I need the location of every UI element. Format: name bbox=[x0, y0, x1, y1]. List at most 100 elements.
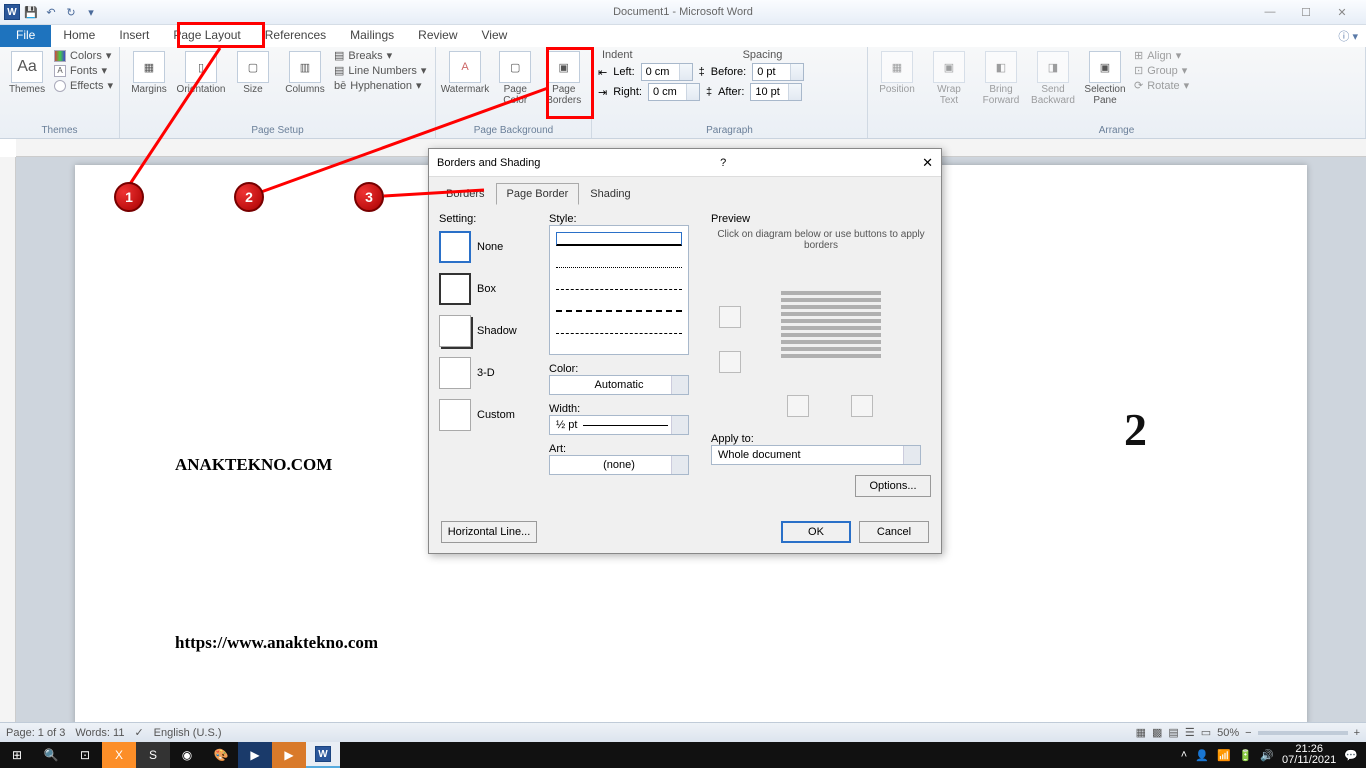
tray-notifications-icon[interactable]: 💬 bbox=[1344, 749, 1358, 762]
orientation-button[interactable]: ▯Orientation bbox=[178, 49, 224, 95]
spacing-before-input[interactable]: 0 pt bbox=[752, 63, 804, 81]
paragraph-group-label: Paragraph bbox=[598, 123, 861, 138]
save-icon[interactable]: 💾 bbox=[22, 3, 40, 21]
view-outline-icon[interactable]: ☰ bbox=[1185, 726, 1195, 739]
style-listbox[interactable] bbox=[549, 225, 689, 355]
indent-right-input[interactable]: 0 cm bbox=[648, 83, 700, 101]
art-combo[interactable]: (none) bbox=[549, 455, 689, 475]
taskbar-app1-icon[interactable]: ▶ bbox=[238, 742, 272, 768]
vertical-ruler[interactable] bbox=[0, 157, 16, 722]
status-proofing-icon[interactable]: ✓ bbox=[134, 726, 143, 739]
dialog-title-bar[interactable]: Borders and Shading ? ✕ bbox=[429, 149, 941, 177]
close-button[interactable]: ✕ bbox=[1330, 6, 1354, 19]
tray-wifi-icon[interactable]: 📶 bbox=[1217, 749, 1231, 762]
preview-left-border-button[interactable] bbox=[787, 395, 809, 417]
cancel-button[interactable]: Cancel bbox=[859, 521, 929, 543]
zoom-in-button[interactable]: + bbox=[1354, 727, 1360, 739]
tab-mailings[interactable]: Mailings bbox=[338, 25, 406, 47]
tab-home[interactable]: Home bbox=[51, 25, 107, 47]
horizontal-line-button[interactable]: Horizontal Line... bbox=[441, 521, 537, 543]
size-icon: ▢ bbox=[237, 51, 269, 83]
indent-left-input[interactable]: 0 cm bbox=[641, 63, 693, 81]
dialog-tab-shading[interactable]: Shading bbox=[579, 183, 641, 205]
fonts-button[interactable]: AFonts ▾ bbox=[54, 64, 113, 77]
color-combo[interactable]: Automatic bbox=[549, 375, 689, 395]
taskbar-sublime-icon[interactable]: S bbox=[136, 742, 170, 768]
tab-review[interactable]: Review bbox=[406, 25, 469, 47]
dialog-tab-page-border[interactable]: Page Border bbox=[496, 183, 580, 205]
tab-insert[interactable]: Insert bbox=[107, 25, 161, 47]
redo-icon[interactable]: ↻ bbox=[62, 3, 80, 21]
dialog-help-icon[interactable]: ? bbox=[720, 157, 726, 169]
preview-right-border-button[interactable] bbox=[851, 395, 873, 417]
dialog-close-icon[interactable]: ✕ bbox=[922, 155, 933, 171]
tab-page-layout[interactable]: Page Layout bbox=[161, 25, 252, 47]
ribbon-help-icon[interactable]: ⓘ ▾ bbox=[1330, 25, 1366, 47]
page-borders-icon: ▣ bbox=[548, 51, 580, 83]
setting-3d[interactable]: 3-D bbox=[439, 357, 537, 389]
page-borders-button[interactable]: ▣Page Borders bbox=[543, 49, 586, 106]
undo-icon[interactable]: ↶ bbox=[42, 3, 60, 21]
ok-button[interactable]: OK bbox=[781, 521, 851, 543]
view-web-layout-icon[interactable]: ▤ bbox=[1168, 726, 1178, 739]
start-button[interactable]: ⊞ bbox=[0, 742, 34, 768]
line-numbers-button[interactable]: ▤ Line Numbers ▾ bbox=[334, 64, 426, 77]
taskbar-chrome-icon[interactable]: ◉ bbox=[170, 742, 204, 768]
status-language[interactable]: English (U.S.) bbox=[154, 727, 222, 739]
colors-button[interactable]: Colors ▾ bbox=[54, 49, 113, 62]
zoom-level[interactable]: 50% bbox=[1217, 727, 1239, 739]
box-icon bbox=[439, 273, 471, 305]
view-draft-icon[interactable]: ▭ bbox=[1201, 726, 1211, 739]
setting-none[interactable]: None bbox=[439, 231, 537, 263]
breaks-button[interactable]: ▤ Breaks ▾ bbox=[334, 49, 426, 62]
setting-box[interactable]: Box bbox=[439, 273, 537, 305]
preview-bottom-border-button[interactable] bbox=[719, 351, 741, 373]
tray-people-icon[interactable]: 👤 bbox=[1195, 749, 1209, 762]
margins-button[interactable]: ▦Margins bbox=[126, 49, 172, 95]
task-view-icon[interactable]: ⊡ bbox=[68, 742, 102, 768]
themes-button[interactable]: Aa Themes bbox=[6, 49, 48, 95]
tab-file[interactable]: File bbox=[0, 25, 51, 47]
effects-button[interactable]: Effects ▾ bbox=[54, 79, 113, 92]
selection-pane-button[interactable]: ▣Selection Pane bbox=[1082, 49, 1128, 106]
hyphenation-button[interactable]: bē Hyphenation ▾ bbox=[334, 79, 426, 92]
status-page[interactable]: Page: 1 of 3 bbox=[6, 727, 65, 739]
watermark-button[interactable]: AWatermark bbox=[442, 49, 488, 95]
dialog-tab-borders[interactable]: Borders bbox=[435, 183, 496, 205]
page-color-button[interactable]: ▢Page Color bbox=[494, 49, 537, 106]
width-combo[interactable]: ½ pt bbox=[549, 415, 689, 435]
preview-diagram[interactable] bbox=[711, 251, 931, 411]
columns-button[interactable]: ▥Columns bbox=[282, 49, 328, 95]
setting-shadow[interactable]: Shadow bbox=[439, 315, 537, 347]
size-button[interactable]: ▢Size bbox=[230, 49, 276, 95]
taskbar-player-icon[interactable]: ▶ bbox=[272, 742, 306, 768]
minimize-button[interactable]: — bbox=[1258, 6, 1282, 19]
annotation-marker-2: 2 bbox=[234, 182, 264, 212]
tab-view[interactable]: View bbox=[470, 25, 520, 47]
apply-to-combo[interactable]: Whole document bbox=[711, 445, 921, 465]
preview-top-border-button[interactable] bbox=[719, 306, 741, 328]
taskbar-search-icon[interactable]: 🔍 bbox=[34, 742, 68, 768]
tray-chevron-icon[interactable]: ˄ bbox=[1181, 749, 1187, 761]
spacing-after-input[interactable]: 10 pt bbox=[750, 83, 802, 101]
options-button[interactable]: Options... bbox=[855, 475, 931, 497]
maximize-button[interactable]: ☐ bbox=[1294, 6, 1318, 19]
dialog-title: Borders and Shading bbox=[437, 157, 540, 169]
tray-battery-icon[interactable]: 🔋 bbox=[1239, 749, 1253, 762]
taskbar-word-icon[interactable]: W bbox=[306, 742, 340, 768]
view-print-layout-icon[interactable]: ▦ bbox=[1136, 726, 1146, 739]
taskbar-xampp-icon[interactable]: X bbox=[102, 742, 136, 768]
page-color-icon: ▢ bbox=[499, 51, 531, 83]
tray-date[interactable]: 07/11/2021 bbox=[1282, 755, 1336, 766]
view-full-screen-icon[interactable]: ▩ bbox=[1152, 726, 1162, 739]
qat-dropdown-icon[interactable]: ▾ bbox=[82, 3, 100, 21]
zoom-out-button[interactable]: − bbox=[1245, 727, 1251, 739]
tray-volume-icon[interactable]: 🔊 bbox=[1260, 749, 1274, 762]
taskbar-paint-icon[interactable]: 🎨 bbox=[204, 742, 238, 768]
tab-references[interactable]: References bbox=[253, 25, 338, 47]
status-words[interactable]: Words: 11 bbox=[75, 727, 124, 739]
status-bar: Page: 1 of 3 Words: 11 ✓ English (U.S.) … bbox=[0, 722, 1366, 742]
art-label: Art: bbox=[549, 443, 699, 455]
setting-custom[interactable]: Custom bbox=[439, 399, 537, 431]
zoom-slider[interactable] bbox=[1258, 731, 1348, 735]
